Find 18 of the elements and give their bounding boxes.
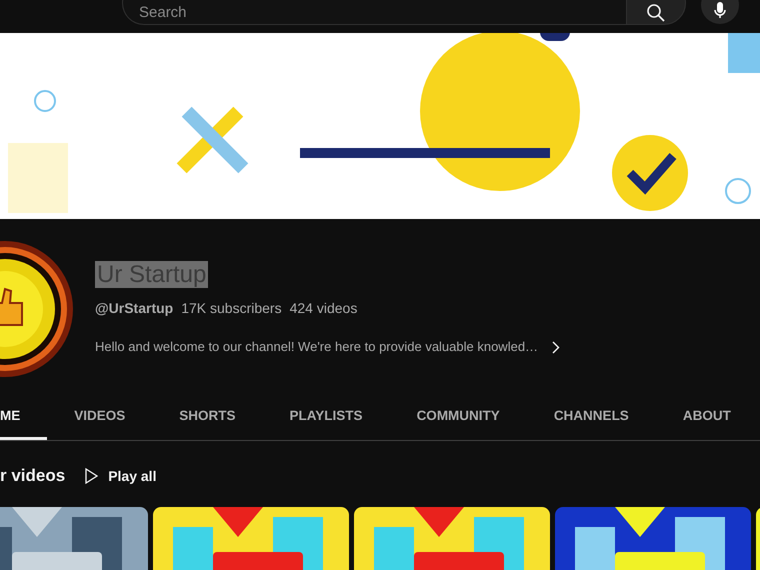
search-icon <box>646 2 666 23</box>
section-title: r videos <box>0 465 66 488</box>
subscriber-count: 17K subscribers <box>181 299 282 318</box>
play-all-button[interactable]: Play all <box>85 466 156 486</box>
tab[interactable]: ABOUT <box>656 406 758 440</box>
microphone-icon <box>714 2 726 18</box>
tab[interactable]: CHANNELS <box>526 406 656 440</box>
tab[interactable]: VIDEOS <box>47 406 152 440</box>
video-count: 424 videos <box>290 299 358 318</box>
tab[interactable]: PLAYLISTS <box>262 406 390 440</box>
tab[interactable]: SHORTS <box>152 406 263 440</box>
channel-handle: @UrStartup <box>95 299 174 318</box>
chevron-right-icon[interactable] <box>552 340 560 354</box>
search-field[interactable]: Search <box>122 0 626 25</box>
tab[interactable]: ME <box>0 406 48 440</box>
tab[interactable]: COMMUNITY <box>390 406 527 440</box>
channel-description: Hello and welcome to our channel! We're here to provide valuable knowled… <box>95 338 538 356</box>
play-icon <box>85 468 98 484</box>
